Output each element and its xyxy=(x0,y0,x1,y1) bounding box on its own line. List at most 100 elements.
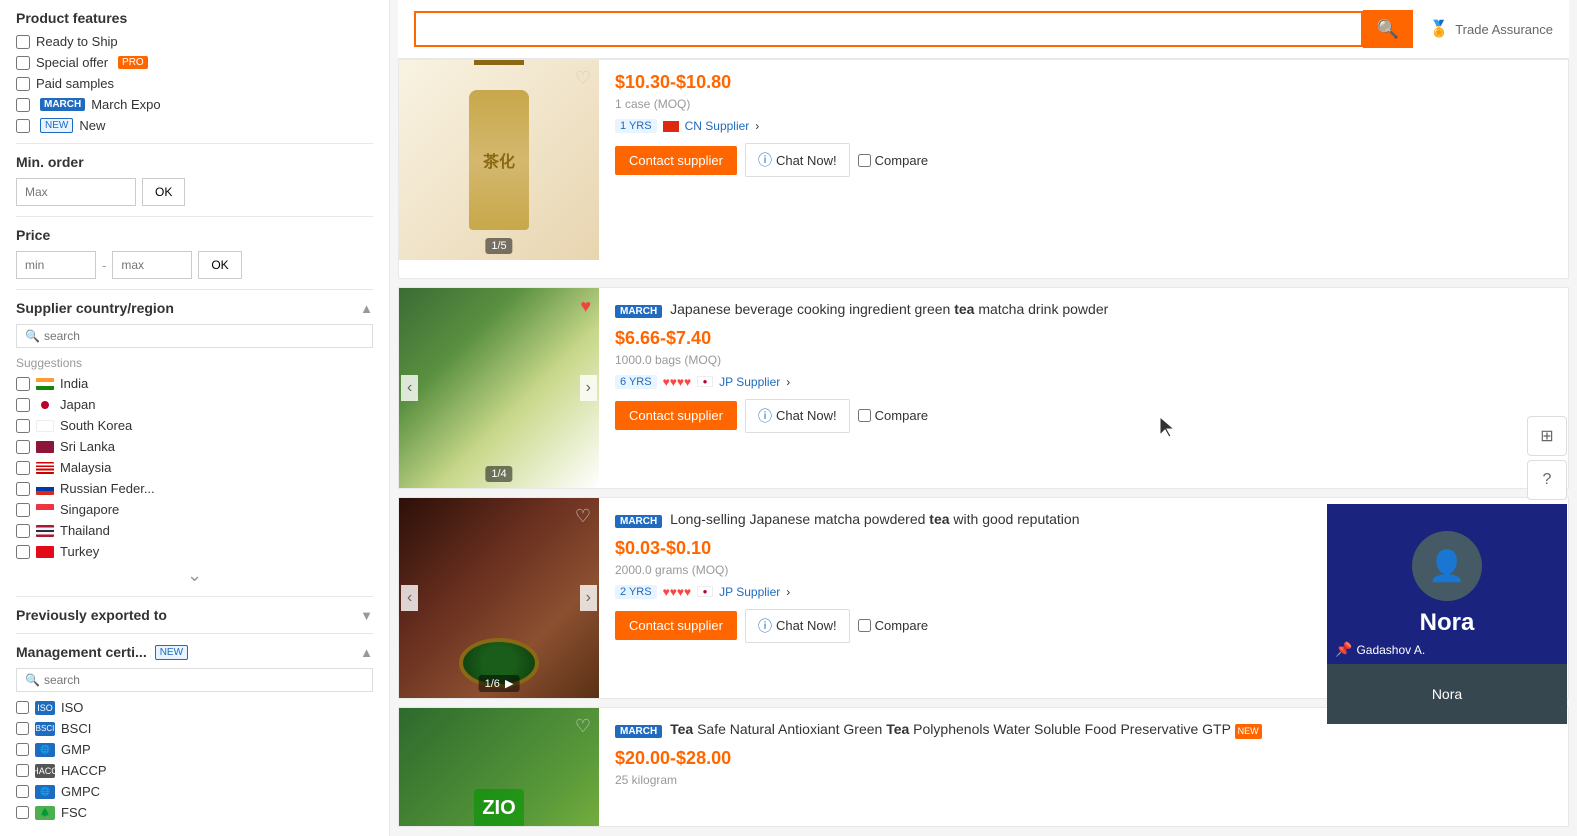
contact-supplier-1-button[interactable]: Contact supplier xyxy=(615,401,737,430)
country-sri-lanka-checkbox[interactable] xyxy=(16,440,30,454)
flag-malaysia-icon xyxy=(36,462,54,474)
feature-new[interactable]: NEW New xyxy=(16,118,373,133)
wishlist-3-button[interactable]: ♡ xyxy=(575,716,591,737)
action-buttons-1: Contact supplier ⓘ Chat Now! Compare xyxy=(615,399,1552,433)
contact-supplier-2-button[interactable]: Contact supplier xyxy=(615,611,737,640)
min-order-input[interactable] xyxy=(16,178,136,206)
search-button[interactable]: 🔍 xyxy=(1363,10,1413,48)
country-item-sri-lanka[interactable]: Sri Lanka xyxy=(16,439,373,454)
product-image-3: ZIO ♡ xyxy=(399,708,599,827)
img-next-2-button[interactable]: › xyxy=(580,585,597,611)
cert-fsc-checkbox[interactable] xyxy=(16,806,29,819)
management-cert-collapse-icon[interactable]: ▲ xyxy=(360,645,373,660)
right-btn-1[interactable]: ⊞ xyxy=(1527,416,1567,456)
price-min-input[interactable] xyxy=(16,251,96,279)
action-buttons-top: Contact supplier ⓘ Chat Now! Compare xyxy=(615,143,1552,177)
badge-new: NEW xyxy=(40,118,73,133)
country-thailand-checkbox[interactable] xyxy=(16,524,30,538)
feature-ready-ship[interactable]: Ready to Ship xyxy=(16,34,373,49)
feature-paid-samples[interactable]: Paid samples xyxy=(16,76,373,91)
compare-1-checkbox[interactable] xyxy=(858,409,871,422)
chat-icon-2: ⓘ xyxy=(758,616,772,636)
feature-special-offer[interactable]: Special offer PRO xyxy=(16,55,373,70)
cert-gmpc-checkbox[interactable] xyxy=(16,785,29,798)
country-item-thailand[interactable]: Thailand xyxy=(16,523,373,538)
management-cert-header[interactable]: Management certi... NEW ▲ xyxy=(16,644,373,660)
country-item-turkey[interactable]: Turkey xyxy=(16,544,373,559)
price-max-input[interactable] xyxy=(112,251,192,279)
feature-march-expo-checkbox[interactable] xyxy=(16,98,30,112)
cert-item-fsc[interactable]: 🌲 FSC xyxy=(16,805,373,820)
img-prev-2-button[interactable]: ‹ xyxy=(401,585,418,611)
cert-iso-checkbox[interactable] xyxy=(16,701,29,714)
supplier-link-1[interactable]: JP Supplier xyxy=(719,375,780,389)
previously-exported-header[interactable]: Previously exported to ▼ xyxy=(16,607,373,623)
country-item-singapore[interactable]: Singapore xyxy=(16,502,373,517)
previously-exported-collapse-icon[interactable]: ▼ xyxy=(360,608,373,623)
country-item-south-korea[interactable]: South Korea xyxy=(16,418,373,433)
trade-assurance-icon: 🏅 xyxy=(1429,19,1449,39)
feature-new-checkbox[interactable] xyxy=(16,119,30,133)
supplier-flag-2 xyxy=(697,586,713,597)
search-input[interactable]: tea xyxy=(414,11,1363,47)
wishlist-top-button[interactable]: ♡ xyxy=(575,68,591,89)
feature-ready-ship-checkbox[interactable] xyxy=(16,35,30,49)
chat-now-1-button[interactable]: ⓘ Chat Now! xyxy=(745,399,850,433)
supplier-link-2[interactable]: JP Supplier xyxy=(719,585,780,599)
cert-item-gmp[interactable]: 🌐 GMP xyxy=(16,742,373,757)
country-item-malaysia[interactable]: Malaysia xyxy=(16,460,373,475)
country-item-japan[interactable]: Japan xyxy=(16,397,373,412)
cert-search-input[interactable] xyxy=(44,673,364,687)
price-title: Price xyxy=(16,227,373,243)
country-item-russia[interactable]: Russian Feder... xyxy=(16,481,373,496)
cert-gmp-checkbox[interactable] xyxy=(16,743,29,756)
cert-search-box[interactable]: 🔍 xyxy=(16,668,373,692)
video-main-name: Nora xyxy=(1420,609,1475,637)
feature-march-expo[interactable]: MARCH March Expo xyxy=(16,97,373,112)
cert-bsci-checkbox[interactable] xyxy=(16,722,29,735)
min-order-ok-button[interactable]: OK xyxy=(142,178,185,206)
cert-item-iso[interactable]: ISO ISO xyxy=(16,700,373,715)
img-next-1-button[interactable]: › xyxy=(580,375,597,401)
cert-gmp-icon: 🌐 xyxy=(35,743,55,757)
country-search-input[interactable] xyxy=(44,329,364,343)
cert-item-bsci[interactable]: BSCI BSCI xyxy=(16,721,373,736)
cert-haccp-checkbox[interactable] xyxy=(16,764,29,777)
supplier-country-collapse-icon[interactable]: ▲ xyxy=(360,301,373,316)
supplier-country-header[interactable]: Supplier country/region ▲ xyxy=(16,300,373,316)
chat-now-2-button[interactable]: ⓘ Chat Now! xyxy=(745,609,850,643)
wishlist-1-button[interactable]: ♥ xyxy=(580,296,591,317)
compare-2-checkbox[interactable] xyxy=(858,619,871,632)
compare-top-label: Compare xyxy=(875,153,928,168)
country-india-checkbox[interactable] xyxy=(16,377,30,391)
moq-top: 1 case (MOQ) xyxy=(615,97,1552,111)
video-play-icon: ▶ xyxy=(505,678,513,690)
country-scroll-down[interactable]: ⌄ xyxy=(16,565,373,586)
country-turkey-checkbox[interactable] xyxy=(16,545,30,559)
moq-top-value: 1 case xyxy=(615,97,650,111)
img-prev-1-button[interactable]: ‹ xyxy=(401,375,418,401)
compare-top-checkbox[interactable] xyxy=(858,154,871,167)
cert-item-haccp[interactable]: HACC HACCP xyxy=(16,763,373,778)
feature-paid-samples-checkbox[interactable] xyxy=(16,77,30,91)
country-south-korea-checkbox[interactable] xyxy=(16,419,30,433)
supplier-link-top[interactable]: CN Supplier xyxy=(685,119,750,133)
country-japan-checkbox[interactable] xyxy=(16,398,30,412)
country-russia-label: Russian Feder... xyxy=(60,481,155,496)
country-search-box[interactable]: 🔍 xyxy=(16,324,373,348)
country-item-india[interactable]: India xyxy=(16,376,373,391)
contact-supplier-top-button[interactable]: Contact supplier xyxy=(615,146,737,175)
flag-south-korea-icon xyxy=(36,420,54,432)
country-india-label: India xyxy=(60,376,88,391)
country-singapore-checkbox[interactable] xyxy=(16,503,30,517)
country-russia-checkbox[interactable] xyxy=(16,482,30,496)
feature-special-offer-checkbox[interactable] xyxy=(16,56,30,70)
cert-item-gmpc[interactable]: 🌐 GMPC xyxy=(16,784,373,799)
flag-singapore-icon xyxy=(36,504,54,516)
country-malaysia-checkbox[interactable] xyxy=(16,461,30,475)
chat-now-top-button[interactable]: ⓘ Chat Now! xyxy=(745,143,850,177)
wishlist-2-button[interactable]: ♡ xyxy=(575,506,591,527)
price-ok-button[interactable]: OK xyxy=(198,251,241,279)
cert-iso-label: ISO xyxy=(61,700,83,715)
right-btn-2[interactable]: ? xyxy=(1527,460,1567,500)
